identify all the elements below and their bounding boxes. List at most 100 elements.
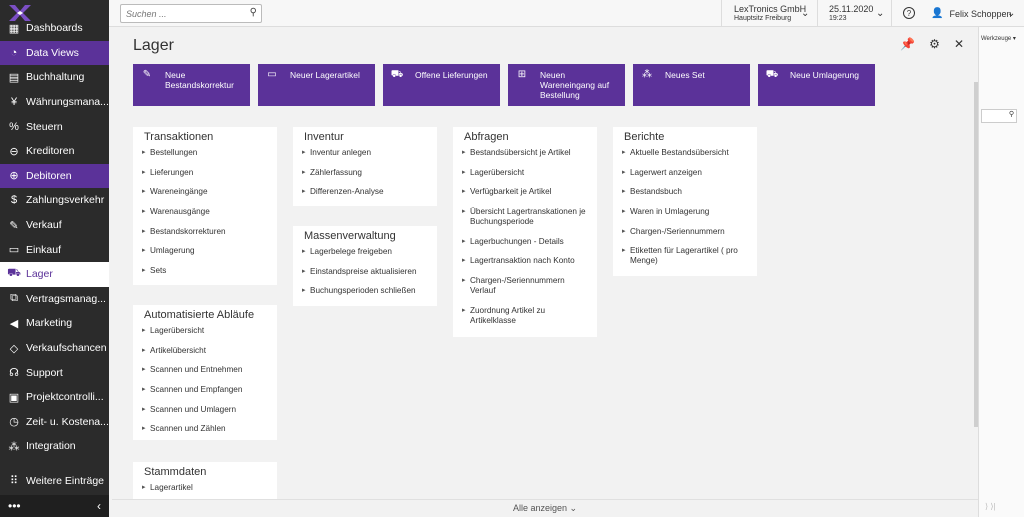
link-item[interactable]: Wareneingänge <box>142 187 269 197</box>
sidebar-item-buchhaltung[interactable]: ▤ Buchhaltung <box>0 65 109 90</box>
sidebar-item-waehrungsmanagement[interactable]: ¥ Währungsmana... <box>0 90 109 115</box>
link-item[interactable]: Lagerbuchungen - Details <box>462 237 589 247</box>
section-title: Berichte <box>624 131 665 143</box>
link-item[interactable]: Aktuelle Bestandsübersicht <box>622 148 749 158</box>
new-goods-receipt-button[interactable]: ⊞ Neuen Wareneingang auf Bestellung <box>508 64 625 106</box>
open-deliveries-button[interactable]: ⛟ Offene Lieferungen <box>383 64 500 106</box>
more-dots-icon[interactable]: ••• <box>8 499 21 513</box>
sidebar-item-einkauf[interactable]: ▭ Einkauf <box>0 237 109 262</box>
new-set-button[interactable]: ⁂ Neues Set <box>633 64 750 106</box>
link-item[interactable]: Lagertransaktion nach Konto <box>462 256 589 266</box>
link-item[interactable]: Lagerartikel <box>142 483 269 493</box>
company-switcher[interactable]: LexTronics GmbH Hauptsitz Freiburg <box>734 4 806 24</box>
time-value: 19:23 <box>829 15 847 22</box>
link-item[interactable]: Inventur anlegen <box>302 148 429 158</box>
cart-icon: ⊞ <box>517 69 527 80</box>
sidebar-item-support[interactable]: ☊ Support <box>0 360 109 385</box>
link-item[interactable]: Bestandsübersicht je Artikel <box>462 148 589 158</box>
new-stock-item-button[interactable]: ▭ Neuer Lagerartikel <box>258 64 375 106</box>
sidebar-nav: ▦ Dashboards ◔ Data Views ▤ Buchhaltung ¥ Wä… <box>0 16 109 493</box>
sidebar-item-debitoren[interactable]: ⊕ Debitoren <box>0 163 109 189</box>
date-chevron-down-icon[interactable]: ⌄ <box>876 8 884 19</box>
link-item[interactable]: Umlagerung <box>142 246 269 256</box>
section-title: Abfragen <box>464 131 509 143</box>
sidebar-item-lager[interactable]: ⛟ Lager <box>0 261 109 287</box>
link-list: Bestellungen Lieferungen Wareneingänge W… <box>133 146 277 292</box>
pie-chart-icon: ◔ <box>10 46 18 59</box>
sidebar-item-verkauf[interactable]: ✎ Verkauf <box>0 213 109 238</box>
link-item[interactable]: Etiketten für Lagerartikel ( pro Menge) <box>622 246 749 266</box>
link-item[interactable]: Verfügbarkeit je Artikel <box>462 187 589 197</box>
sidebar-item-weitere-eintraege[interactable]: ⠿ Weitere Einträge <box>0 469 109 494</box>
collapse-sidebar-icon[interactable]: ‹ <box>97 499 101 513</box>
pin-icon[interactable]: 📌 <box>900 37 915 51</box>
stopwatch-icon: ◷ <box>9 416 19 429</box>
close-icon[interactable]: ✕ <box>954 37 964 51</box>
panel-scrollbar[interactable] <box>974 82 978 427</box>
section-title: Transaktionen <box>144 131 214 143</box>
sidebar-item-vertragsmanagement[interactable]: ⧉ Vertragsmanag... <box>0 287 109 312</box>
link-item[interactable]: Artikelübersicht <box>142 346 269 356</box>
background-panel: Werkzeuge ▾ ⚲ ⟩ ⟩| <box>978 27 1024 517</box>
user-chevron-down-icon[interactable]: ⌄ <box>1007 8 1015 19</box>
edit-icon: ✎ <box>142 69 152 80</box>
link-item[interactable]: Waren in Umlagerung <box>622 207 749 217</box>
link-list: Bestandsübersicht je Artikel Lagerübersi… <box>453 146 597 342</box>
link-item[interactable]: Bestandskorrekturen <box>142 227 269 237</box>
sidebar-item-marketing[interactable]: ◀ Marketing <box>0 311 109 336</box>
business-date[interactable]: 25.11.2020 19:23 <box>829 4 873 24</box>
link-item[interactable]: Bestellungen <box>142 148 269 158</box>
link-item[interactable]: Zählerfassung <box>302 168 429 178</box>
link-item[interactable]: Lagerwert anzeigen <box>622 168 749 178</box>
sidebar-item-steuern[interactable]: % Steuern <box>0 114 109 139</box>
link-item[interactable]: Bestandsbuch <box>622 187 749 197</box>
link-item[interactable]: Lagerübersicht <box>462 168 589 178</box>
grid-icon: ⠿ <box>9 475 19 488</box>
sidebar-item-projektcontrolling[interactable]: ▣ Projektcontrolli... <box>0 385 109 410</box>
section-inventur: Inventur Inventur anlegen Zählerfassung … <box>293 127 437 206</box>
sidebar-item-dashboards[interactable]: ▦ Dashboards <box>0 16 109 41</box>
truck-icon: ⛟ <box>7 267 21 280</box>
link-item[interactable]: Sets <box>142 266 269 276</box>
tools-menu[interactable]: Werkzeuge ▾ <box>981 35 1016 42</box>
link-item[interactable]: Lieferungen <box>142 168 269 178</box>
search-input[interactable] <box>121 5 239 22</box>
link-item[interactable]: Lagerübersicht <box>142 326 269 336</box>
link-item[interactable]: Einstandspreise aktualisieren <box>302 267 429 277</box>
sidebar-separator <box>0 459 109 469</box>
pager-controls[interactable]: ⟩ ⟩| <box>985 502 996 511</box>
link-item[interactable]: Übersicht Lagertranskationen je Buchungs… <box>462 207 589 227</box>
link-list: Lagerbelege freigeben Einstandspreise ak… <box>293 245 437 312</box>
sidebar-item-data-views[interactable]: ◔ Data Views <box>0 40 109 66</box>
link-item[interactable]: Scannen und Umlagern <box>142 405 269 415</box>
currency-icon: ¥ <box>10 96 18 109</box>
search-icon[interactable]: ⚲ <box>250 7 257 18</box>
link-item[interactable]: Scannen und Entnehmen <box>142 365 269 375</box>
sidebar-item-zahlungsverkehr[interactable]: $ Zahlungsverkehr <box>0 188 109 213</box>
help-icon[interactable]: ? <box>903 7 915 19</box>
link-item[interactable]: Zuordnung Artikel zu Artikelklasse <box>462 306 589 326</box>
sidebar-item-verkaufschancen[interactable]: ◇ Verkaufschancen <box>0 336 109 361</box>
link-item[interactable]: Scannen und Empfangen <box>142 385 269 395</box>
company-chevron-down-icon[interactable]: ⌄ <box>801 8 809 19</box>
new-transfer-button[interactable]: ⛟ Neue Umlagerung <box>758 64 875 106</box>
gear-icon[interactable]: ⚙ <box>929 37 940 51</box>
section-automatisierte-ablaeufe: Automatisierte Abläufe Lagerübersicht Ar… <box>133 305 277 440</box>
show-all-button[interactable]: Alle anzeigen ⌄ <box>112 499 978 517</box>
link-item[interactable]: Buchungsperioden schließen <box>302 286 429 296</box>
link-item[interactable]: Warenausgänge <box>142 207 269 217</box>
sidebar-item-integration[interactable]: ⁂ Integration <box>0 434 109 459</box>
link-item[interactable]: Scannen und Zählen <box>142 424 269 434</box>
sidebar-item-zeit-kostenerfassung[interactable]: ◷ Zeit- u. Kostena... <box>0 410 109 435</box>
link-item[interactable]: Differenzen-Analyse <box>302 187 429 197</box>
user-menu[interactable]: 👤 Felix Schoppen <box>931 8 1012 19</box>
link-item[interactable]: Chargen-/Seriennummern <box>622 227 749 237</box>
search-icon: ⚲ <box>1008 111 1014 118</box>
link-item[interactable]: Lagerbelege freigeben <box>302 247 429 257</box>
handshake-icon: ⧉ <box>10 292 18 305</box>
new-stock-correction-button[interactable]: ✎ Neue Bestandskorrektur <box>133 64 250 106</box>
background-search-field[interactable]: ⚲ <box>981 109 1017 123</box>
link-item[interactable]: Chargen-/Seriennummern Verlauf <box>462 276 589 296</box>
sidebar-item-kreditoren[interactable]: ⊖ Kreditoren <box>0 139 109 164</box>
truck-icon: ⛟ <box>390 69 404 80</box>
